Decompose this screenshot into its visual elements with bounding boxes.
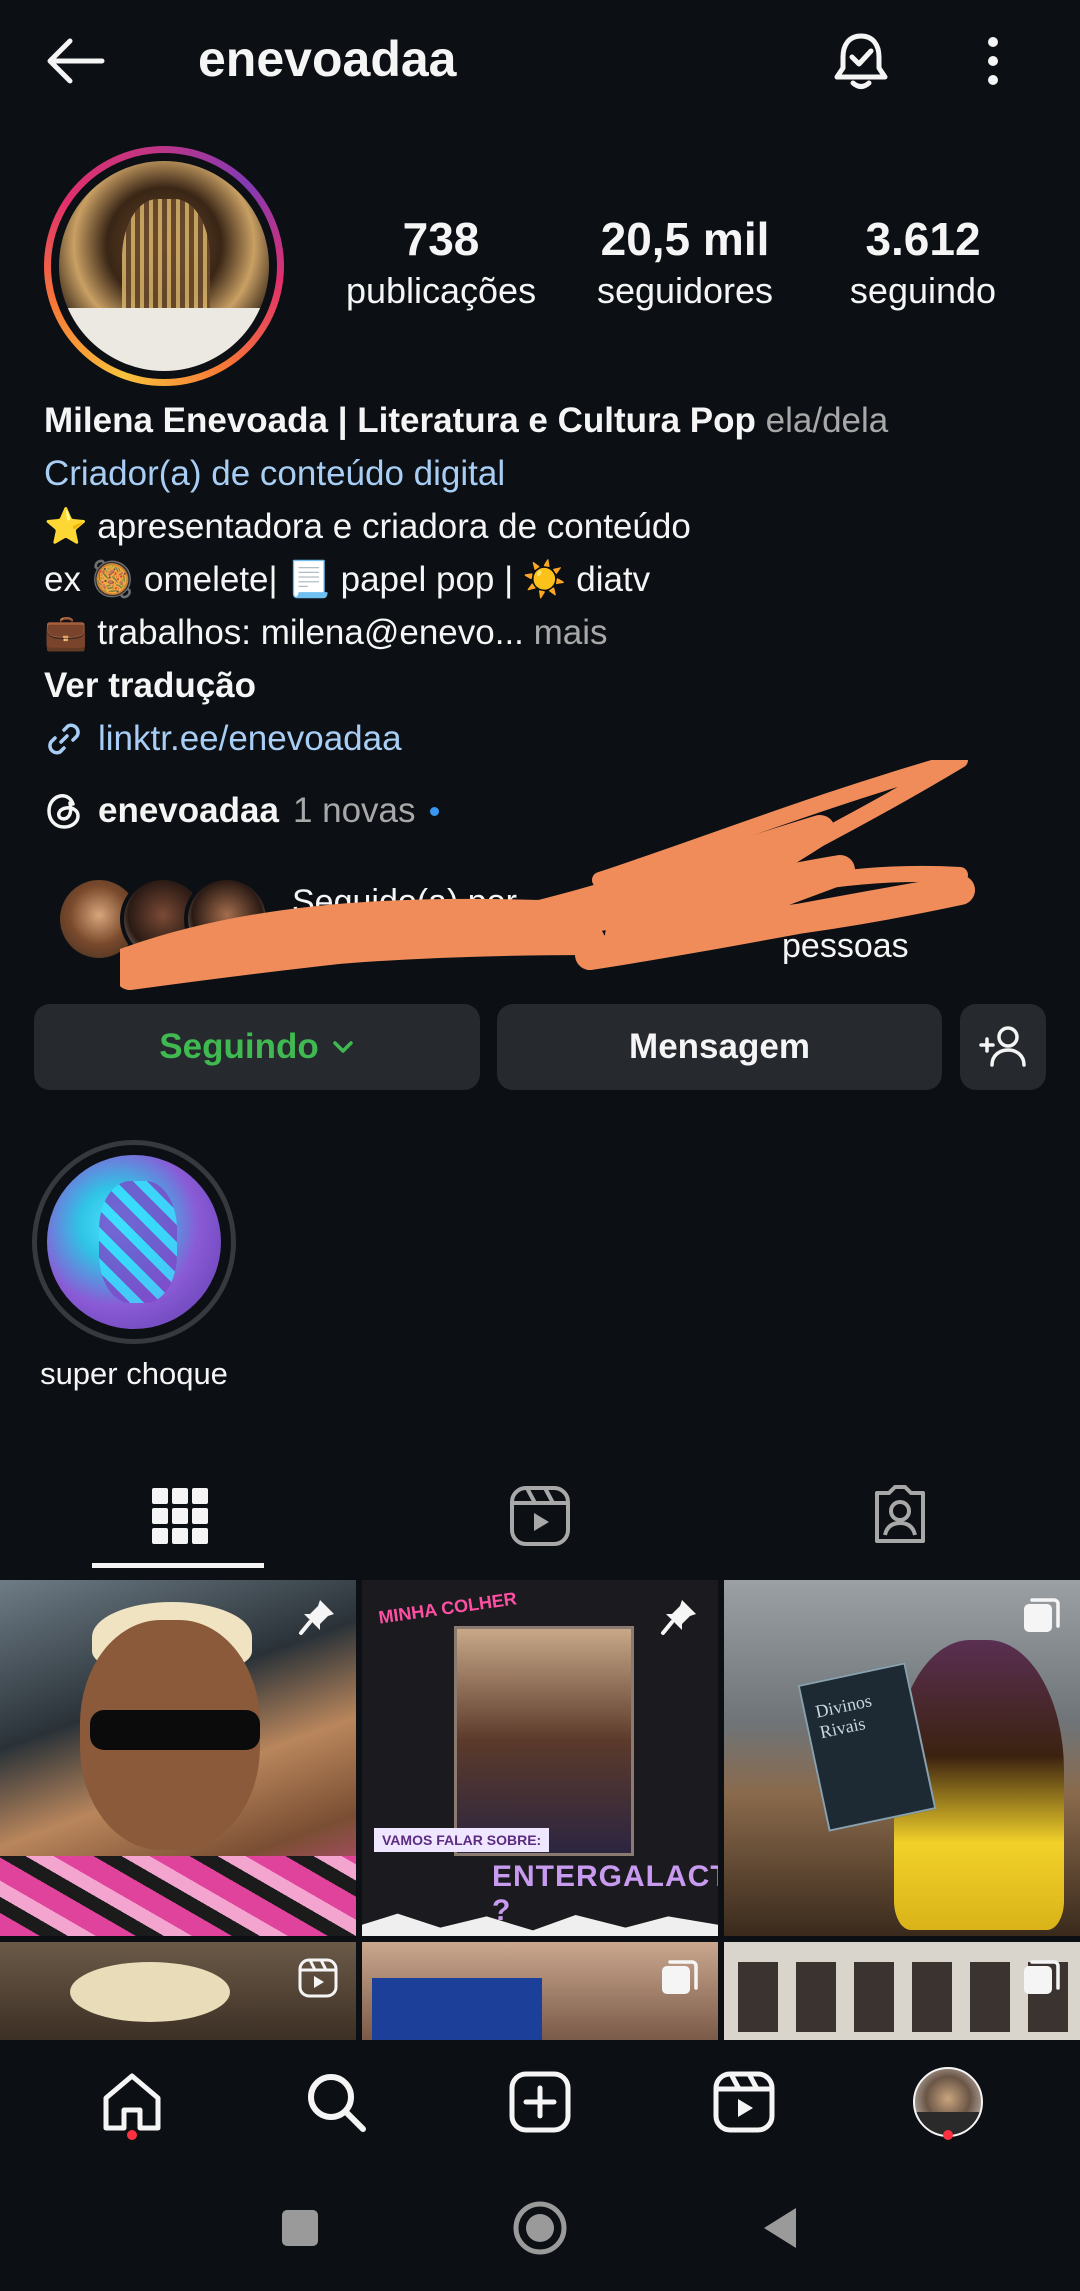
message-button[interactable]: Mensagem [497, 1004, 942, 1090]
chevron-down-icon [332, 1041, 353, 1053]
suggested-people-button[interactable] [960, 1004, 1046, 1090]
link-icon [48, 723, 80, 754]
more-options-button[interactable] [958, 26, 1028, 96]
post-thumbnail[interactable] [0, 1942, 356, 2040]
profile-avatar [59, 161, 269, 371]
posts-grid: MINHA COLHER VAMOS FALAR SOBRE: ENTERGAL… [0, 1580, 1080, 2040]
stat-value: 3.612 [865, 213, 981, 265]
followed-by-line1: Seguido(a) por [292, 883, 517, 921]
reels-icon [713, 2071, 775, 2133]
threads-new-dot [429, 806, 439, 816]
message-button-label: Mensagem [629, 1027, 810, 1066]
external-link-text: linktr.ee/enevoadaa [98, 719, 402, 758]
search-icon [308, 2074, 366, 2132]
grid-icon [152, 1488, 208, 1544]
stat-value: 738 [402, 213, 480, 265]
notification-dot [943, 2130, 953, 2140]
stat-value: 20,5 mil [600, 213, 770, 265]
highlight-label: super choque [40, 1356, 228, 1391]
post-thumbnail[interactable]: MINHA COLHER VAMOS FALAR SOBRE: ENTERGAL… [362, 1580, 718, 1936]
tab-posts-grid[interactable] [0, 1456, 360, 1576]
threads-badge[interactable]: enevoadaa 1 novas [44, 790, 439, 832]
home-system-button[interactable] [495, 2183, 585, 2273]
tab-tagged[interactable] [720, 1456, 1080, 1576]
nav-reels[interactable] [684, 2052, 804, 2152]
threads-icon [47, 794, 80, 829]
profile-bio: Milena Enevoada | Literatura e Cultura P… [44, 394, 1044, 765]
post-thumbnail[interactable] [0, 1580, 356, 1936]
bio-line: 💼 trabalhos: milena@enevo... [44, 613, 524, 652]
external-link[interactable]: linktr.ee/enevoadaa [44, 712, 1044, 765]
home-icon [103, 2073, 161, 2131]
story-highlight[interactable]: super choque [32, 1140, 236, 1392]
tab-reels[interactable] [360, 1456, 720, 1576]
top-bar: enevoadaa [0, 0, 1080, 120]
notification-dot [127, 2130, 137, 2140]
profile-category: Criador(a) de conteúdo digital [44, 454, 506, 493]
bio-line: ex 🥘 omelete| 📃 papel pop | ☀️ diatv [44, 560, 651, 599]
followed-by-line2: pessoas [782, 927, 909, 965]
nav-search[interactable] [276, 2052, 396, 2152]
tagged-icon [875, 1485, 925, 1543]
reels-icon [510, 1486, 570, 1546]
arrow-left-icon [47, 38, 105, 84]
notifications-button[interactable] [826, 26, 896, 96]
avatar [913, 2067, 983, 2137]
followed-by-row[interactable]: Seguido(a) por pessoas [56, 876, 996, 966]
pronouns: ela/dela [765, 401, 889, 440]
post-tag-text: VAMOS FALAR SOBRE: [374, 1828, 550, 1852]
nav-profile[interactable] [888, 2052, 1008, 2152]
pin-icon [299, 1600, 334, 1635]
post-title-text: ENTERGALACTIC ? [492, 1860, 718, 1927]
threads-new-count: 1 novas [292, 791, 416, 830]
carousel-icon [662, 1960, 698, 1994]
back-system-button[interactable] [735, 2183, 825, 2273]
followed-by-text: Seguido(a) por pessoas [292, 880, 909, 968]
stat-label: publicações [345, 270, 537, 311]
back-button[interactable] [40, 28, 110, 94]
profile-avatar-story-ring[interactable] [44, 146, 284, 386]
carousel-icon [1024, 1960, 1060, 1994]
stat-label: seguindo [849, 270, 997, 311]
system-navigation-bar [0, 2164, 1080, 2291]
followers-count[interactable]: 20,5 mil seguidores [580, 212, 790, 316]
following-button[interactable]: Seguindo [34, 1004, 480, 1090]
following-button-label: Seguindo [159, 1027, 319, 1066]
post-thumbnail[interactable] [724, 1942, 1080, 2040]
triangle-back-icon [764, 2207, 796, 2248]
profile-tabs [0, 1456, 1080, 1576]
carousel-icon [1024, 1598, 1060, 1632]
follower-avatar [184, 876, 270, 962]
highlight-cover [47, 1155, 221, 1329]
add-person-icon [979, 1026, 1026, 1067]
nav-home[interactable] [72, 2052, 192, 2152]
profile-username-title: enevoadaa [198, 31, 457, 87]
posts-count[interactable]: 738 publicações [336, 212, 546, 316]
stat-label: seguidores [596, 270, 774, 311]
plus-square-icon [509, 2071, 571, 2133]
post-thumbnail[interactable] [362, 1942, 718, 2040]
book-title-text: Divinos Rivais [813, 1690, 874, 1743]
recents-button[interactable] [255, 2183, 345, 2273]
threads-username: enevoadaa [98, 791, 279, 830]
bio-more-link[interactable]: mais [524, 613, 608, 652]
display-name: Milena Enevoada | Literatura e Cultura P… [44, 401, 756, 440]
post-thumbnail[interactable]: Divinos Rivais [724, 1580, 1080, 1936]
circle-icon [513, 2201, 567, 2254]
post-brand-text: MINHA COLHER [377, 1588, 518, 1628]
square-icon [282, 2209, 318, 2246]
nav-create[interactable] [480, 2052, 600, 2152]
bell-check-icon [834, 33, 888, 89]
bottom-navigation [0, 2040, 1080, 2164]
see-translation-link[interactable]: Ver tradução [44, 659, 1044, 712]
pin-icon [661, 1600, 696, 1635]
reels-icon [298, 1958, 338, 1998]
bio-line: ⭐ apresentadora e criadora de conteúdo [44, 507, 691, 546]
more-vertical-icon [988, 37, 998, 85]
following-count[interactable]: 3.612 seguindo [818, 212, 1028, 316]
